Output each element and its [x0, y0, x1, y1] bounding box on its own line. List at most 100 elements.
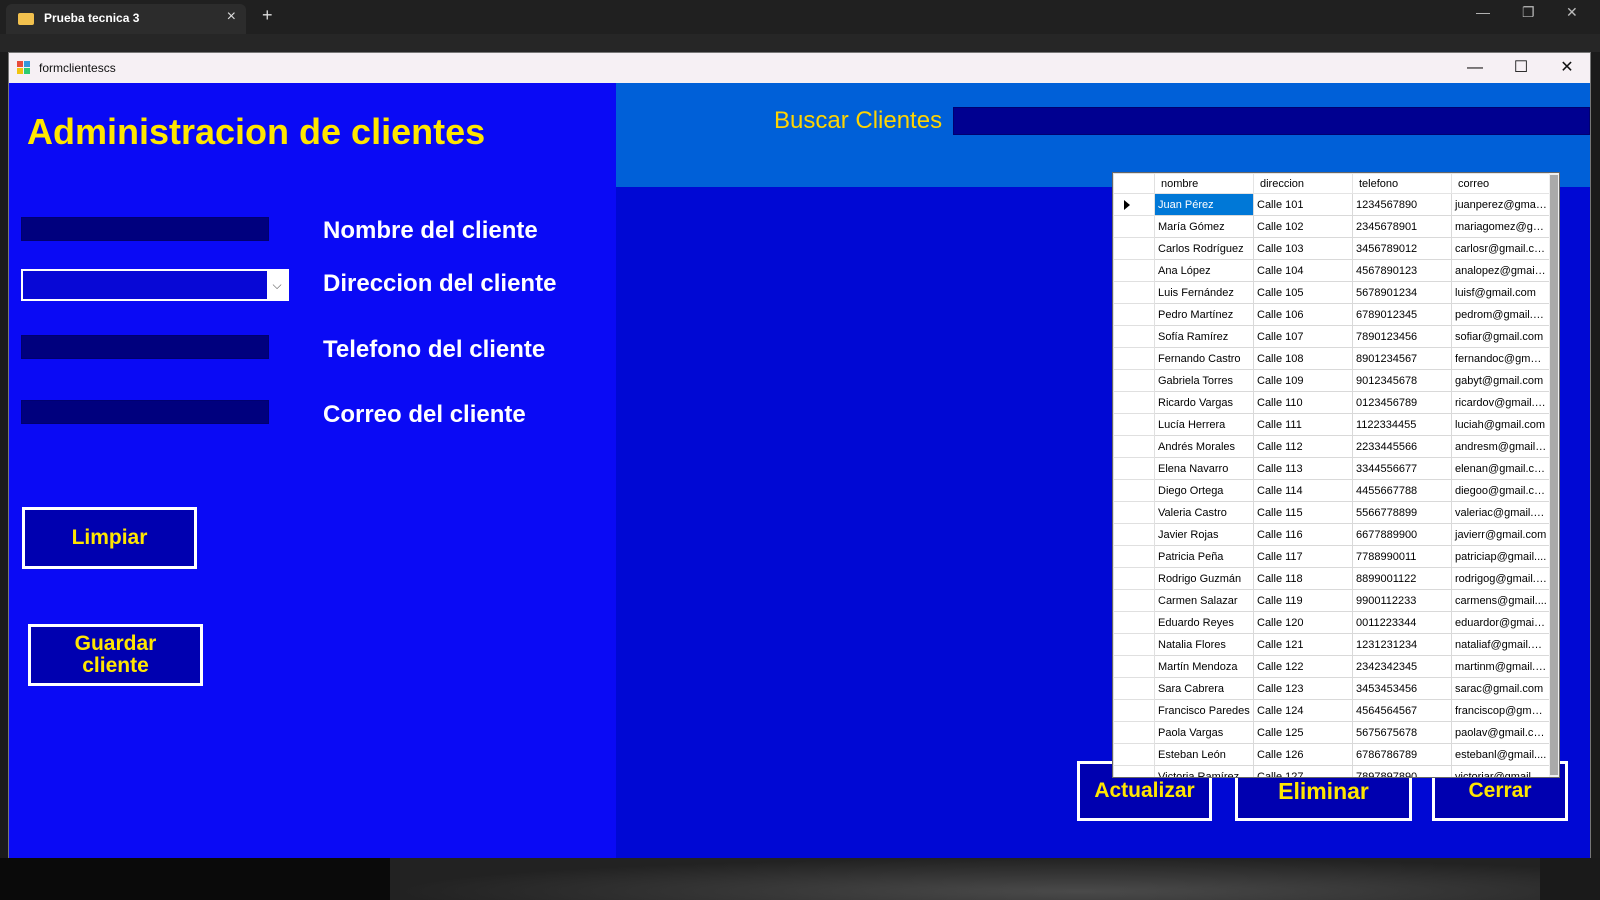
- column-header[interactable]: nombre: [1154, 173, 1254, 194]
- table-cell-nombre[interactable]: Carlos Rodríguez: [1154, 237, 1254, 260]
- table-cell-nombre[interactable]: Carmen Salazar: [1154, 589, 1254, 612]
- chevron-down-icon[interactable]: ⌵: [267, 271, 287, 299]
- table-cell-nombre[interactable]: Valeria Castro: [1154, 501, 1254, 524]
- table-cell-direccion[interactable]: Calle 121: [1253, 633, 1353, 656]
- row-header[interactable]: [1113, 611, 1155, 634]
- table-cell-nombre[interactable]: Sara Cabrera: [1154, 677, 1254, 700]
- guardar-cliente-button[interactable]: Guardar cliente: [28, 624, 203, 686]
- table-cell-telefono[interactable]: 6789012345: [1352, 303, 1452, 326]
- table-cell-direccion[interactable]: Calle 108: [1253, 347, 1353, 370]
- table-row[interactable]: Fernando Castro Calle 108 8901234567 fernan…: [1113, 347, 1551, 370]
- table-row[interactable]: Luis Fernández Calle 105 5678901234 luisf@g…: [1113, 281, 1551, 304]
- table-cell-correo[interactable]: victoriar@gmail.c...: [1451, 765, 1551, 777]
- table-row[interactable]: Carmen Salazar Calle 119 9900112233 carmens…: [1113, 589, 1551, 612]
- new-tab-icon[interactable]: +: [262, 5, 273, 26]
- correo-field[interactable]: [21, 400, 269, 424]
- explorer-tab[interactable]: Prueba tecnica 3 ×: [6, 4, 246, 34]
- table-cell-nombre[interactable]: Sofía Ramírez: [1154, 325, 1254, 348]
- table-cell-correo[interactable]: analopez@gmail....: [1451, 259, 1551, 282]
- table-cell-correo[interactable]: sarac@gmail.com: [1451, 677, 1551, 700]
- row-header[interactable]: [1113, 567, 1155, 590]
- table-cell-telefono[interactable]: 3456789012: [1352, 237, 1452, 260]
- table-row[interactable]: Javier Rojas Calle 116 6677889900 javierr@g…: [1113, 523, 1551, 546]
- table-cell-telefono[interactable]: 3344556677: [1352, 457, 1452, 480]
- table-cell-nombre[interactable]: Esteban León: [1154, 743, 1254, 766]
- table-cell-telefono[interactable]: 7897897890: [1352, 765, 1452, 777]
- table-row[interactable]: Sofía Ramírez Calle 107 7890123456 sofiar@g…: [1113, 325, 1551, 348]
- vertical-scrollbar[interactable]: [1549, 173, 1559, 777]
- row-header[interactable]: [1113, 589, 1155, 612]
- maximize-button[interactable]: ☐: [1498, 53, 1544, 83]
- table-cell-direccion[interactable]: Calle 122: [1253, 655, 1353, 678]
- table-cell-correo[interactable]: nataliaf@gmail.com: [1451, 633, 1551, 656]
- column-header[interactable]: telefono: [1352, 173, 1452, 194]
- row-header[interactable]: [1113, 457, 1155, 480]
- nombre-field[interactable]: [21, 217, 269, 241]
- table-row[interactable]: Rodrigo Guzmán Calle 118 8899001122 rodrigo…: [1113, 567, 1551, 590]
- row-header[interactable]: [1113, 303, 1155, 326]
- explorer-minimize-icon[interactable]: —: [1476, 4, 1490, 20]
- table-cell-correo[interactable]: andresm@gmail....: [1451, 435, 1551, 458]
- row-header[interactable]: [1113, 655, 1155, 678]
- row-header[interactable]: [1113, 699, 1155, 722]
- table-cell-correo[interactable]: martinm@gmail.c...: [1451, 655, 1551, 678]
- row-header[interactable]: [1113, 721, 1155, 744]
- table-cell-nombre[interactable]: Eduardo Reyes: [1154, 611, 1254, 634]
- table-cell-telefono[interactable]: 1231231234: [1352, 633, 1452, 656]
- table-cell-nombre[interactable]: Ricardo Vargas: [1154, 391, 1254, 414]
- table-cell-nombre[interactable]: Elena Navarro: [1154, 457, 1254, 480]
- table-cell-telefono[interactable]: 2233445566: [1352, 435, 1452, 458]
- table-cell-direccion[interactable]: Calle 106: [1253, 303, 1353, 326]
- table-cell-nombre[interactable]: Fernando Castro: [1154, 347, 1254, 370]
- table-row[interactable]: Natalia Flores Calle 121 1231231234 natalia…: [1113, 633, 1551, 656]
- table-cell-correo[interactable]: elenan@gmail.com: [1451, 457, 1551, 480]
- table-cell-telefono[interactable]: 2345678901: [1352, 215, 1452, 238]
- row-header[interactable]: [1113, 435, 1155, 458]
- row-header[interactable]: [1113, 479, 1155, 502]
- table-cell-telefono[interactable]: 7788990011: [1352, 545, 1452, 568]
- table-row[interactable]: Patricia Peña Calle 117 7788990011 patricia…: [1113, 545, 1551, 568]
- table-cell-telefono[interactable]: 8899001122: [1352, 567, 1452, 590]
- table-cell-telefono[interactable]: 4564564567: [1352, 699, 1452, 722]
- table-cell-correo[interactable]: sofiar@gmail.com: [1451, 325, 1551, 348]
- table-cell-telefono[interactable]: 5566778899: [1352, 501, 1452, 524]
- table-cell-direccion[interactable]: Calle 113: [1253, 457, 1353, 480]
- table-cell-nombre[interactable]: Francisco Paredes: [1154, 699, 1254, 722]
- table-cell-direccion[interactable]: Calle 123: [1253, 677, 1353, 700]
- table-cell-direccion[interactable]: Calle 124: [1253, 699, 1353, 722]
- table-row[interactable]: Martín Mendoza Calle 122 2342342345 martinm…: [1113, 655, 1551, 678]
- table-cell-correo[interactable]: patriciap@gmail....: [1451, 545, 1551, 568]
- explorer-close-icon[interactable]: ✕: [1566, 4, 1578, 21]
- row-header[interactable]: [1113, 281, 1155, 304]
- table-cell-nombre[interactable]: Patricia Peña: [1154, 545, 1254, 568]
- table-row[interactable]: Francisco Paredes Calle 124 4564564567 fran…: [1113, 699, 1551, 722]
- table-cell-direccion[interactable]: Calle 102: [1253, 215, 1353, 238]
- table-cell-nombre[interactable]: Rodrigo Guzmán: [1154, 567, 1254, 590]
- row-header[interactable]: [1113, 413, 1155, 436]
- table-cell-correo[interactable]: fernandoc@gmail...: [1451, 347, 1551, 370]
- table-cell-correo[interactable]: diegoo@gmail.com: [1451, 479, 1551, 502]
- table-cell-nombre[interactable]: Gabriela Torres: [1154, 369, 1254, 392]
- table-cell-direccion[interactable]: Calle 111: [1253, 413, 1353, 436]
- table-row[interactable]: Ricardo Vargas Calle 110 0123456789 ricardo…: [1113, 391, 1551, 414]
- row-header[interactable]: [1113, 545, 1155, 568]
- table-cell-nombre[interactable]: Juan Pérez: [1154, 193, 1254, 216]
- table-cell-telefono[interactable]: 4567890123: [1352, 259, 1452, 282]
- table-cell-telefono[interactable]: 9900112233: [1352, 589, 1452, 612]
- table-cell-nombre[interactable]: Paola Vargas: [1154, 721, 1254, 744]
- table-cell-telefono[interactable]: 1234567890: [1352, 193, 1452, 216]
- table-row[interactable]: Victoria Ramírez Calle 127 7897897890 victo…: [1113, 765, 1551, 777]
- row-header[interactable]: [1113, 523, 1155, 546]
- clients-datagrid[interactable]: nombre direccion telefono correo Juan Pé…: [1112, 172, 1560, 778]
- explorer-maximize-icon[interactable]: ❐: [1522, 4, 1535, 21]
- table-row[interactable]: Pedro Martínez Calle 106 6789012345 pedrom@…: [1113, 303, 1551, 326]
- row-header[interactable]: [1113, 633, 1155, 656]
- row-header[interactable]: [1113, 391, 1155, 414]
- table-cell-direccion[interactable]: Calle 110: [1253, 391, 1353, 414]
- table-cell-correo[interactable]: rodrigog@gmail.c...: [1451, 567, 1551, 590]
- telefono-field[interactable]: [21, 335, 269, 359]
- table-row[interactable]: Paola Vargas Calle 125 5675675678 paolav@gm…: [1113, 721, 1551, 744]
- table-cell-direccion[interactable]: Calle 116: [1253, 523, 1353, 546]
- table-cell-direccion[interactable]: Calle 115: [1253, 501, 1353, 524]
- table-cell-correo[interactable]: luciah@gmail.com: [1451, 413, 1551, 436]
